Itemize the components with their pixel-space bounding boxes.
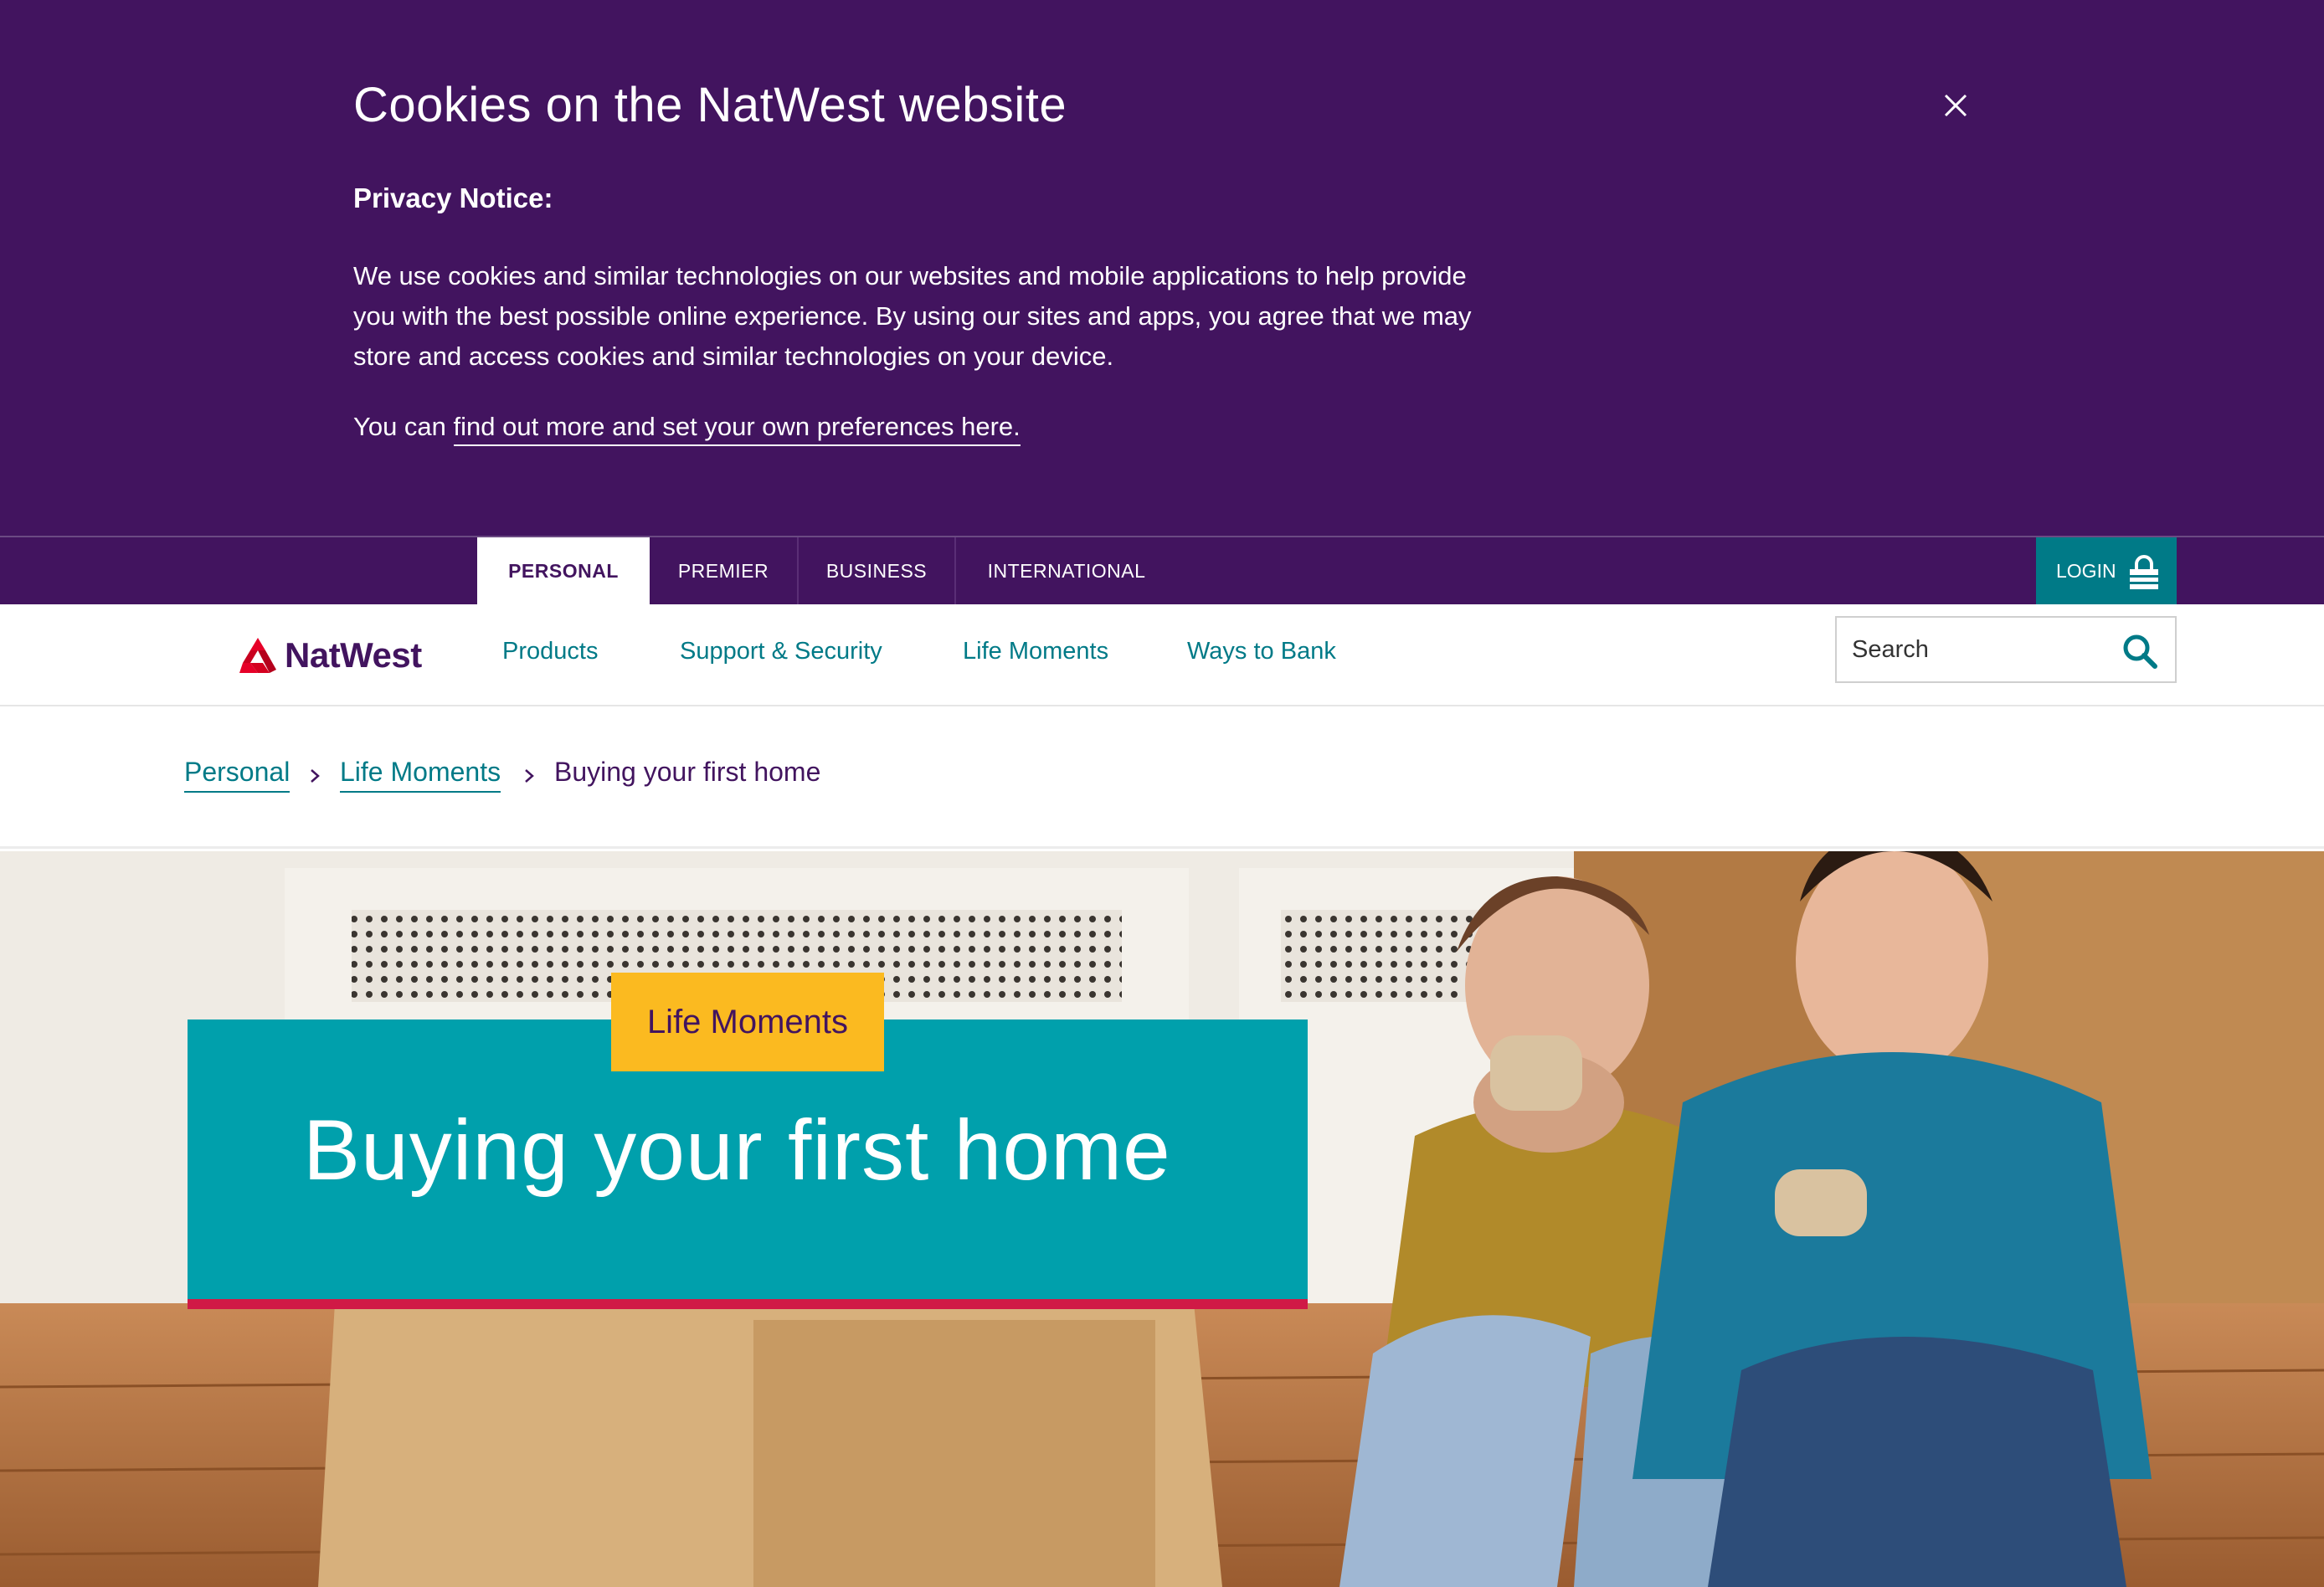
tab-premier[interactable]: PREMIER <box>650 537 797 604</box>
nav-life-moments[interactable]: Life Moments <box>963 638 1108 665</box>
nav-products[interactable]: Products <box>502 638 598 665</box>
brand-wordmark: NatWest <box>285 635 422 675</box>
tab-personal[interactable]: PERSONAL <box>477 537 650 604</box>
hero-title: Buying your first home <box>303 1102 1171 1198</box>
natwest-logo[interactable]: NatWest <box>238 635 422 675</box>
search-icon[interactable] <box>2121 633 2158 670</box>
breadcrumb-current: Buying your first home <box>554 757 821 787</box>
prefs-prefix: You can <box>353 412 454 441</box>
privacy-heading: Privacy Notice: <box>353 182 553 213</box>
breadcrumb: Personal Life Moments Buying your first … <box>0 706 2324 849</box>
cookie-banner: Cookies on the NatWest website Privacy N… <box>0 0 2324 536</box>
lock-icon <box>2130 555 2158 589</box>
nav-ways-to-bank[interactable]: Ways to Bank <box>1187 638 1336 665</box>
breadcrumb-personal[interactable]: Personal <box>184 757 290 793</box>
breadcrumb-life-moments[interactable]: Life Moments <box>340 757 501 793</box>
cookie-body-text: We use cookies and similar technologies … <box>353 261 1472 371</box>
search-box <box>1835 616 2177 683</box>
search-input[interactable] <box>1852 633 2103 666</box>
login-button[interactable]: LOGIN <box>2036 537 2177 604</box>
segment-nav: PERSONAL PREMIER BUSINESS INTERNATIONAL … <box>0 536 2324 604</box>
chevron-right-icon <box>525 769 534 783</box>
close-icon[interactable] <box>1939 89 1972 122</box>
cookie-preferences-line: You can find out more and set your own p… <box>353 412 1021 446</box>
tab-international[interactable]: INTERNATIONAL <box>956 537 1177 604</box>
chevron-right-icon <box>311 769 320 783</box>
natwest-chevrons-icon <box>239 638 276 673</box>
main-header: NatWest Products Support & Security Life… <box>0 604 2324 706</box>
nav-support-security[interactable]: Support & Security <box>680 638 882 665</box>
cookie-preferences-link[interactable]: find out more and set your own preferenc… <box>453 412 1021 446</box>
tab-business[interactable]: BUSINESS <box>799 537 954 604</box>
cookie-title: Cookies on the NatWest website <box>353 78 1067 132</box>
login-label: LOGIN <box>2056 560 2116 582</box>
hero-tag: Life Moments <box>611 973 884 1071</box>
